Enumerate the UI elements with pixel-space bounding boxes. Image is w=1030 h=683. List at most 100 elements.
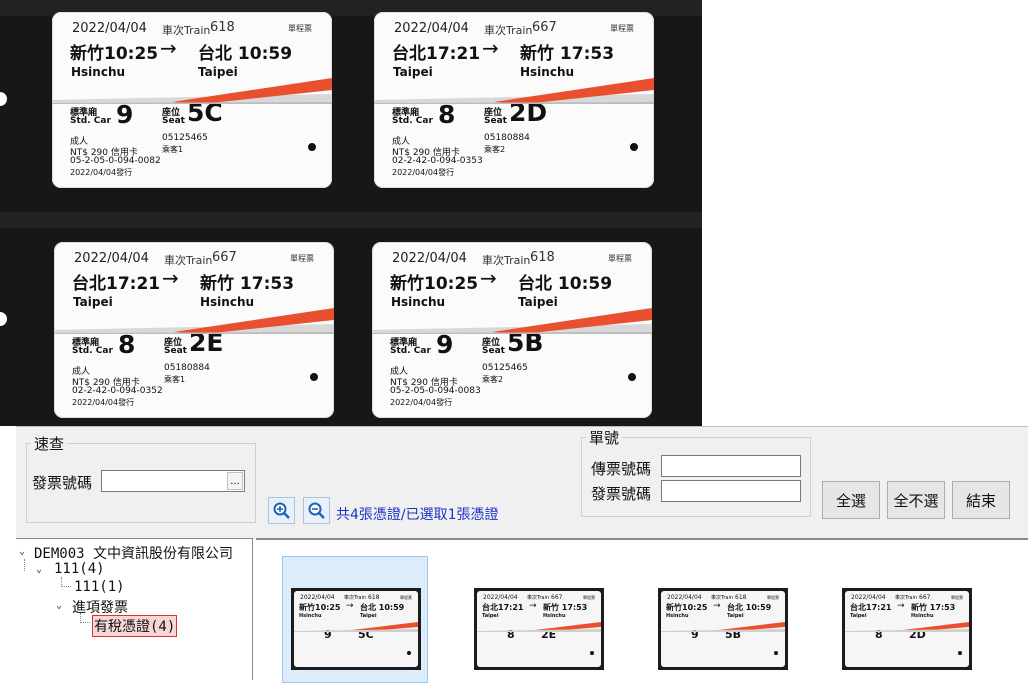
selection-status-text: 共4張憑證/已選取1張憑證 [336,507,499,523]
arrival-station-en: Taipei [518,295,558,309]
route-arrow: → [162,266,179,290]
ticket-4: 2022/04/04 車次Train 618 單程票 新竹10:25 Hsinchu → 台北… [372,242,652,418]
ticket-type: 單程票 [288,24,312,33]
issue-date: 2022/04/04發行 [390,398,453,407]
ticket-code: 05125465 [482,363,528,373]
thumbnail-item[interactable]: 2022/04/04 車次Train 618 單程票 新竹10:25 Hsinchu 台北 … [650,556,796,683]
thumb-train-number: 618 [735,594,747,601]
voucher-number-label: 傳票號碼 [591,460,652,478]
tree-node-taxed-vouchers[interactable]: 有稅憑證(4) [92,615,178,637]
thumb-train-label: 車次Train [344,595,366,601]
thumb-from: 台北17:21 [850,603,892,612]
ticket-stripe [52,78,332,104]
ticket-date: 2022/04/04 [72,21,147,36]
arrival-station: 台北 10:59 [518,274,613,294]
end-button[interactable]: 結束 [952,481,1010,519]
ticket-hole-dot [630,143,638,151]
departure-station: 台北17:21 [72,274,161,294]
car-class-label-en: Std. Car [70,116,111,126]
thumbnail-image: 2022/04/04 車次Train 667 單程票 台北17:21 Taipei 新竹 1… [474,588,604,670]
ticket-hole-dot [310,373,318,381]
departure-station: 台北17:21 [392,44,481,64]
thumb-ticket-type: 單程票 [583,595,595,600]
thumb-to: 台北 10:59 [727,603,772,612]
tree-node-period[interactable]: 111(1) [74,579,125,595]
category-tree: ⌄ DEM003 文中資訊股份有限公司 ⌄ 111(4) 111(1) ⌄ 進項… [16,538,253,680]
thumb-hole-dot [407,651,411,655]
thumbnail-item[interactable]: 2022/04/04 車次Train 667 單程票 台北17:21 Taipei 新竹 1… [466,556,612,683]
collapse-icon[interactable]: ⌄ [36,564,42,575]
thumb-hole-dot [590,651,594,655]
thumb-from: 新竹10:25 [299,603,341,612]
car-class-label-en: Std. Car [390,346,431,356]
thumb-date: 2022/04/04 [851,594,886,601]
thumb-to: 新竹 17:53 [911,603,956,612]
thumbnail-image: 2022/04/04 車次Train 618 單程票 新竹10:25 Hsinchu 台北 … [658,588,788,670]
passenger-label: 乘客2 [482,375,504,384]
thumb-ticket-type: 單程票 [400,595,412,600]
zoom-in-button[interactable] [268,497,295,524]
ticket-hole-dot [628,373,636,381]
thumb-hole-dot [774,651,778,655]
ticket-serial: 05-2-05-0-094-0083 [390,386,481,396]
seat-label-en: Seat [162,116,185,126]
thumb-stripe [661,617,785,636]
thumb-train-label: 車次Train [895,595,917,601]
voucher-number-input[interactable] [661,455,801,477]
thumbnail-item[interactable]: 2022/04/04 車次Train 618 單程票 新竹10:25 Hsinchu 台北 … [282,556,428,683]
invoice-number-label: 發票號碼 [32,474,93,492]
departure-station-en: Taipei [73,295,113,309]
thumbnail-item[interactable]: 2022/04/04 車次Train 667 單程票 台北17:21 Taipei 新竹 1… [834,556,980,683]
tree-node-company[interactable]: DEM003 文中資訊股份有限公司 [34,543,233,563]
ticket-date: 2022/04/04 [392,251,467,266]
train-number: 618 [210,20,235,35]
collapse-icon[interactable]: ⌄ [19,546,25,557]
zoom-out-button[interactable] [303,497,330,524]
thumb-train-number: 667 [919,594,931,601]
binder-hole [0,92,7,106]
car-number: 8 [438,100,456,129]
tree-line [80,622,90,623]
invoice-number-input-2[interactable] [661,480,801,502]
toolbar-panel: 速查 發票號碼 ... 共4張憑證/已選取1張憑證 單號 傳票號碼 發票號碼 全… [16,426,1028,539]
thumb-date: 2022/04/04 [483,594,518,601]
train-number: 618 [530,250,555,265]
train-number: 667 [212,250,237,265]
ticket-date: 2022/04/04 [394,21,469,36]
thumbnail-image: 2022/04/04 車次Train 667 單程票 台北17:21 Taipei 新竹 1… [842,588,972,670]
thumbnail-ticket: 2022/04/04 車次Train 618 單程票 新竹10:25 Hsinchu 台北 … [294,591,418,667]
select-none-button[interactable]: 全不選 [887,481,945,519]
ticket-code: 05125465 [162,133,208,143]
passenger-label: 乘客1 [162,145,184,154]
thumb-train-label: 車次Train [711,595,733,601]
invoice-number-label-2: 發票號碼 [591,485,652,503]
browse-button[interactable]: ... [227,472,243,490]
ticket-3: 2022/04/04 車次Train 667 單程票 台北17:21 Taipei → 新竹 … [54,242,334,418]
issue-date: 2022/04/04發行 [392,168,455,177]
thumbnail-ticket: 2022/04/04 車次Train 667 單程票 台北17:21 Taipei 新竹 1… [477,591,601,667]
ticket-type: 單程票 [608,254,632,263]
thumb-train-number: 667 [551,594,563,601]
ticket-hole-dot [308,143,316,151]
arrival-station-en: Hsinchu [520,65,575,79]
thumb-train-label: 車次Train [527,595,549,601]
invoice-number-input[interactable]: ... [101,470,245,492]
thumbnail-ticket: 2022/04/04 車次Train 618 單程票 新竹10:25 Hsinchu 台北 … [661,591,785,667]
route-arrow: → [480,266,497,290]
zoom-in-icon [273,502,290,519]
arrival-station: 新竹 17:53 [520,44,615,64]
passenger-label: 乘客2 [484,145,506,154]
thumb-stripe [845,617,969,636]
select-all-button[interactable]: 全選 [822,481,880,519]
tree-node-year[interactable]: 111(4) [54,561,105,577]
seat-label-en: Seat [164,346,187,356]
collapse-icon[interactable]: ⌄ [56,600,62,611]
ticket-2: 2022/04/04 車次Train 667 單程票 台北17:21 Taipei → 新竹 … [374,12,654,188]
issue-date: 2022/04/04發行 [70,168,133,177]
ticket-serial: 02-2-42-0-094-0352 [72,386,163,396]
thumb-route-arrow: → [346,601,354,611]
tree-line [24,559,25,571]
seat-label-en: Seat [484,116,507,126]
ticket-serial: 02-2-42-0-094-0353 [392,156,483,166]
thumb-ticket-type: 單程票 [767,595,779,600]
